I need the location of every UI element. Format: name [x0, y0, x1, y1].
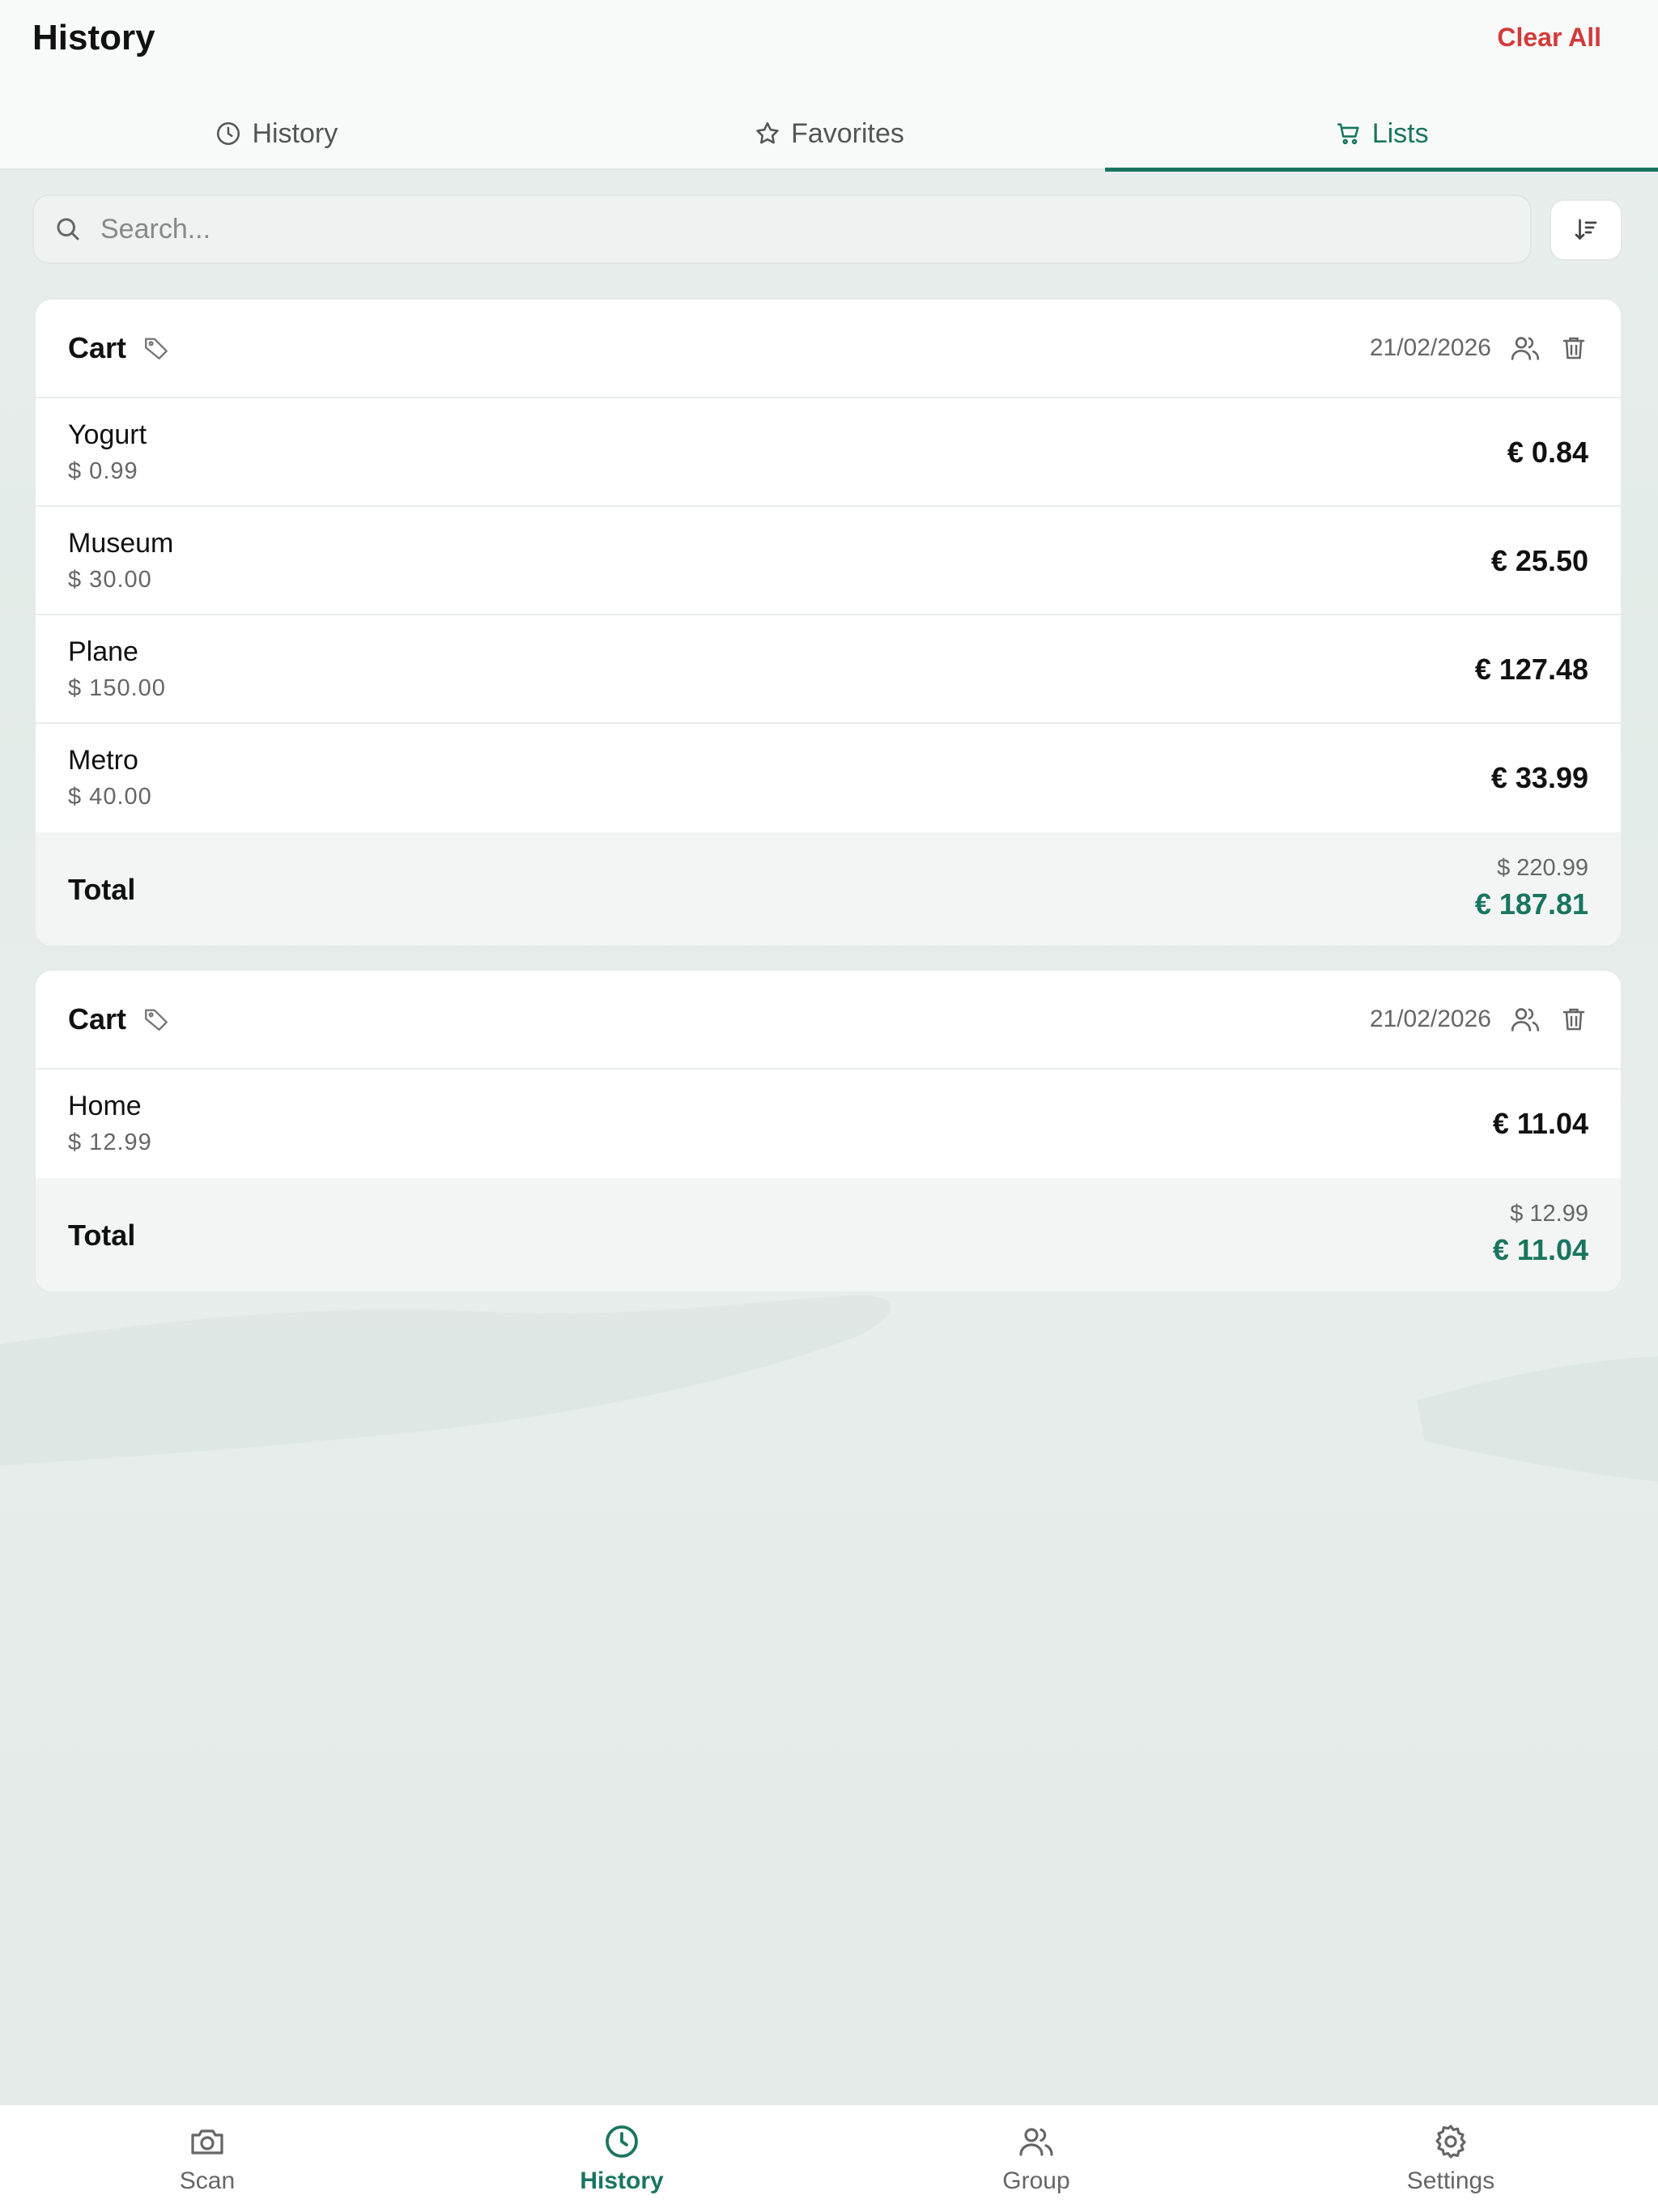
total-label: Total — [68, 873, 136, 906]
sort-icon — [1575, 219, 1597, 240]
search-input[interactable] — [100, 213, 1477, 245]
trash-icon[interactable] — [1559, 334, 1588, 363]
cart-icon — [1337, 123, 1359, 145]
bottom-nav: Scan History Group Settings — [0, 2104, 1658, 2212]
nav-label: History — [580, 2167, 664, 2194]
card-title: Cart — [68, 1002, 127, 1036]
tab-label: Favorites — [791, 117, 904, 149]
tab-label: History — [252, 117, 338, 149]
item-name: Plane — [68, 636, 138, 667]
card-header: Cart 21/02/2026 — [36, 300, 1621, 398]
nav-history[interactable]: History — [414, 2105, 829, 2212]
list-item[interactable]: Museum $ 30.00 € 25.50 — [36, 507, 1621, 615]
item-name: Metro — [68, 745, 138, 776]
list-card: Cart 21/02/2026 Yogurt $ 0.99 € 0.84 Mus… — [34, 298, 1622, 947]
total-row: Total $ 12.99 € 11.04 — [36, 1178, 1621, 1291]
item-original-price: $ 0.99 — [68, 458, 138, 484]
group-icon[interactable] — [1509, 1003, 1541, 1036]
star-icon — [756, 121, 779, 144]
item-name: Yogurt — [68, 419, 147, 450]
clock-icon — [217, 121, 240, 146]
list-item[interactable]: Yogurt $ 0.99 € 0.84 — [36, 398, 1621, 507]
card-title: Cart — [68, 331, 127, 364]
tab-favorites[interactable]: Favorites — [553, 97, 1106, 170]
group-icon[interactable] — [1509, 332, 1541, 364]
card-header: Cart 21/02/2026 — [36, 971, 1621, 1070]
nav-label: Scan — [179, 2167, 236, 2194]
item-converted-price: € 127.48 — [1474, 653, 1588, 686]
nav-scan[interactable]: Scan — [0, 2105, 414, 2212]
page-title: History — [32, 18, 155, 57]
nav-group[interactable]: Group — [829, 2105, 1244, 2212]
tab-lists[interactable]: Lists — [1105, 97, 1658, 172]
total-original: $ 12.99 — [1510, 1201, 1588, 1227]
item-original-price: $ 40.00 — [68, 784, 152, 810]
total-converted: € 11.04 — [1492, 1233, 1588, 1266]
list-item[interactable]: Metro $ 40.00 € 33.99 — [36, 724, 1621, 832]
top-bar: History Clear All History Favorites List… — [0, 0, 1658, 172]
list-item[interactable]: Home $ 12.99 € 11.04 — [36, 1070, 1621, 1178]
item-name: Museum — [68, 528, 174, 559]
group-icon — [1019, 2128, 1053, 2156]
trash-icon[interactable] — [1559, 1005, 1588, 1034]
camera-icon — [191, 2129, 223, 2155]
card-date: 21/02/2026 — [1369, 1006, 1491, 1032]
tab-label: Lists — [1371, 117, 1429, 149]
nav-settings[interactable]: Settings — [1244, 2105, 1658, 2212]
gear-icon — [1435, 2125, 1466, 2159]
total-row: Total $ 220.99 € 187.81 — [36, 832, 1621, 946]
sort-button[interactable] — [1550, 199, 1622, 261]
search-icon — [57, 218, 79, 240]
list-item[interactable]: Plane $ 150.00 € 127.48 — [36, 615, 1621, 724]
card-date: 21/02/2026 — [1369, 334, 1491, 361]
tab-bar: History Favorites Lists — [0, 97, 1658, 172]
tag-icon[interactable] — [142, 334, 170, 362]
clear-all-button[interactable]: Clear All — [1497, 23, 1601, 53]
total-converted: € 187.81 — [1474, 887, 1588, 921]
item-converted-price: € 25.50 — [1490, 544, 1588, 577]
tab-history[interactable]: History — [0, 97, 553, 170]
total-original: $ 220.99 — [1497, 855, 1588, 881]
item-original-price: $ 150.00 — [68, 675, 166, 701]
item-original-price: $ 12.99 — [68, 1129, 152, 1155]
item-name: Home — [68, 1091, 142, 1121]
nav-label: Settings — [1406, 2167, 1495, 2194]
tag-icon[interactable] — [142, 1006, 170, 1033]
item-converted-price: € 11.04 — [1492, 1107, 1588, 1140]
nav-label: Group — [1002, 2167, 1070, 2194]
item-converted-price: € 0.84 — [1507, 436, 1588, 469]
item-original-price: $ 30.00 — [68, 567, 152, 593]
item-converted-price: € 33.99 — [1490, 761, 1588, 794]
clock-icon — [606, 2125, 638, 2158]
total-label: Total — [68, 1219, 136, 1252]
list-card: Cart 21/02/2026 Home $ 12.99 € 11.04 Tot… — [34, 969, 1622, 1293]
search-bar — [32, 194, 1532, 264]
